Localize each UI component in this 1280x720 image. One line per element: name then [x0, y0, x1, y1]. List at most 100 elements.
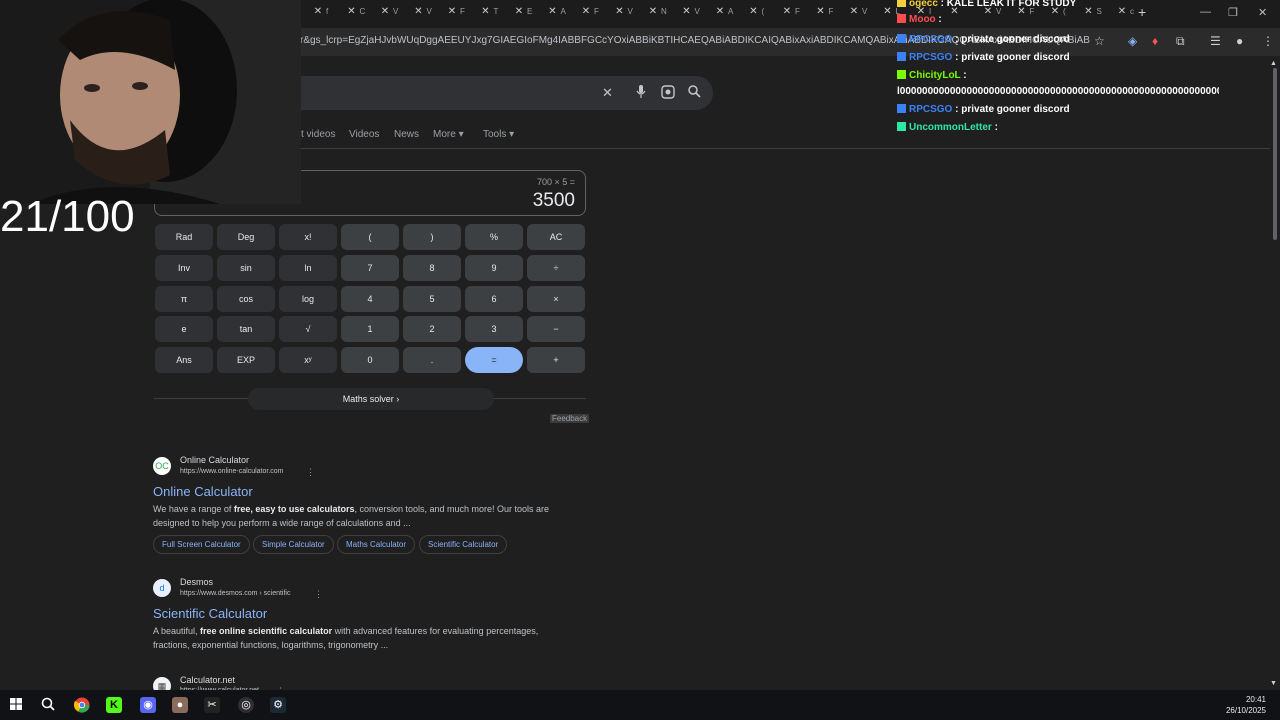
feedback-link[interactable]: Feedback [550, 414, 590, 423]
calc-key[interactable]: 4 [341, 286, 399, 312]
steam-icon[interactable]: ⚙ [270, 697, 286, 713]
clear-search-icon[interactable]: ✕ [602, 85, 613, 101]
more-options-icon[interactable]: ⋮ [314, 589, 323, 600]
calc-key[interactable]: √ [279, 316, 337, 342]
sitelink-scientific-calculator[interactable]: Scientific Calculator [419, 535, 508, 554]
browser-tab[interactable]: ✕ A [547, 6, 566, 18]
obs-icon[interactable]: ◎ [238, 697, 254, 713]
sitelink-full-screen-calculator[interactable]: Full Screen Calculator [153, 535, 250, 554]
calc-key[interactable]: EXP [217, 347, 275, 373]
browser-tab[interactable]: ✕ F [446, 6, 465, 18]
calc-key[interactable]: ) [403, 224, 461, 250]
search-input[interactable] [301, 76, 713, 110]
extension-audio-icon[interactable]: ◈ [1128, 34, 1137, 48]
calc-key[interactable]: 0 [341, 347, 399, 373]
browser-tab[interactable]: ✕ N [647, 6, 667, 18]
search-icon[interactable] [688, 85, 701, 101]
calc-key[interactable]: AC [527, 224, 585, 250]
sitelink-simple-calculator[interactable]: Simple Calculator [253, 535, 334, 554]
profile-avatar[interactable]: ● [1236, 34, 1243, 48]
extensions-puzzle-icon[interactable]: ⧉ [1176, 34, 1185, 49]
scroll-up-arrow-icon[interactable]: ▲ [1270, 60, 1277, 67]
calc-key[interactable]: Deg [217, 224, 275, 250]
reading-list-icon[interactable]: ☰ [1210, 34, 1221, 48]
calc-key[interactable]: 5 [403, 286, 461, 312]
browser-tab[interactable]: ✕ T [480, 6, 498, 18]
calc-key[interactable]: xʸ [279, 347, 337, 373]
voice-search-icon[interactable] [636, 85, 648, 102]
bookmark-star-icon[interactable]: ☆ [1094, 34, 1105, 48]
browser-menu-icon[interactable]: ⋮ [1262, 34, 1274, 48]
tab-tools[interactable]: Tools ▾ [483, 129, 514, 140]
calc-key[interactable]: 1 [341, 316, 399, 342]
calc-key[interactable]: x! [279, 224, 337, 250]
browser-tab[interactable]: ✕ F [580, 6, 599, 18]
close-window-icon[interactable]: ✕ [1258, 6, 1267, 19]
windows-start-icon[interactable] [8, 697, 24, 713]
taskbar-search-icon[interactable] [40, 697, 56, 713]
sitelink-maths-calculator[interactable]: Maths Calculator [337, 535, 416, 554]
browser-tab[interactable]: ✕ V [614, 6, 633, 18]
calc-key[interactable]: ln [279, 255, 337, 281]
minimize-icon[interactable]: — [1200, 6, 1211, 18]
calc-key[interactable]: 3 [465, 316, 523, 342]
browser-tab[interactable]: ✕ f [312, 6, 328, 18]
browser-tab[interactable]: ✕ F [781, 6, 800, 18]
maths-solver-button[interactable]: Maths solver › [248, 388, 494, 410]
calc-key[interactable]: ( [341, 224, 399, 250]
calc-key[interactable]: tan [217, 316, 275, 342]
calc-key[interactable]: log [279, 286, 337, 312]
browser-tab[interactable]: ✕ E [513, 6, 533, 18]
calc-key[interactable]: π [155, 286, 213, 312]
calc-key[interactable]: 6 [465, 286, 523, 312]
browser-tab[interactable]: ✕ A [714, 6, 734, 18]
lens-search-icon[interactable] [661, 85, 675, 102]
calc-key[interactable]: ÷ [527, 255, 585, 281]
browser-tab[interactable]: ✕( [748, 6, 764, 18]
tab-news[interactable]: News [394, 129, 419, 140]
calc-key[interactable]: = [465, 347, 523, 373]
browser-tab[interactable]: ✕ S [1083, 6, 1102, 18]
capcut-icon[interactable]: ✂ [204, 697, 220, 713]
calc-key[interactable]: 2 [403, 316, 461, 342]
extension-shield-icon[interactable]: ♦ [1152, 34, 1158, 48]
browser-tab[interactable]: ✕ V [681, 6, 700, 18]
restore-icon[interactable]: ❐ [1228, 6, 1238, 19]
result-title-link[interactable]: Scientific Calculator [153, 606, 267, 621]
calc-key[interactable]: − [527, 316, 585, 342]
calc-key[interactable]: % [465, 224, 523, 250]
calc-key[interactable]: 7 [341, 255, 399, 281]
app-avatar-icon[interactable]: ● [172, 697, 188, 713]
calc-key[interactable]: Ans [155, 347, 213, 373]
tab-more[interactable]: More ▾ [433, 129, 464, 140]
calc-key[interactable]: e [155, 316, 213, 342]
system-clock[interactable]: 20:41 26/10/2025 [1226, 694, 1266, 716]
result-url[interactable]: https://www.desmos.com › scientific [180, 590, 290, 597]
more-options-icon[interactable]: ⋮ [306, 467, 315, 478]
new-tab-button[interactable]: + [1138, 4, 1146, 20]
browser-tab[interactable]: ✕ V [413, 6, 432, 18]
scroll-down-arrow-icon[interactable]: ▼ [1270, 680, 1277, 687]
browser-tab[interactable]: ✕ C [346, 6, 365, 18]
tab-videos[interactable]: Videos [349, 129, 379, 140]
calc-key[interactable]: sin [217, 255, 275, 281]
calc-key[interactable]: Inv [155, 255, 213, 281]
browser-tab[interactable]: ✕ L [882, 6, 900, 18]
calc-key[interactable]: . [403, 347, 461, 373]
calc-key[interactable]: Rad [155, 224, 213, 250]
browser-tab[interactable]: ✕ V [379, 6, 399, 18]
calc-key[interactable]: + [527, 347, 585, 373]
calc-key[interactable]: cos [217, 286, 275, 312]
result-url[interactable]: https://www.online-calculator.com [180, 468, 284, 475]
chrome-icon[interactable] [73, 697, 90, 713]
browser-tab[interactable]: ✕ F [815, 6, 833, 18]
calc-key[interactable]: 9 [465, 255, 523, 281]
calc-key[interactable]: 8 [403, 255, 461, 281]
result-title-link[interactable]: Online Calculator [153, 484, 253, 499]
browser-tab[interactable]: ✕ c [1116, 6, 1134, 18]
browser-tab[interactable]: ✕ V [848, 6, 868, 18]
discord-icon[interactable]: ◉ [140, 697, 156, 713]
calc-key[interactable]: × [527, 286, 585, 312]
scrollbar-thumb[interactable] [1273, 68, 1277, 240]
tab-short-videos[interactable]: t videos [301, 129, 335, 140]
